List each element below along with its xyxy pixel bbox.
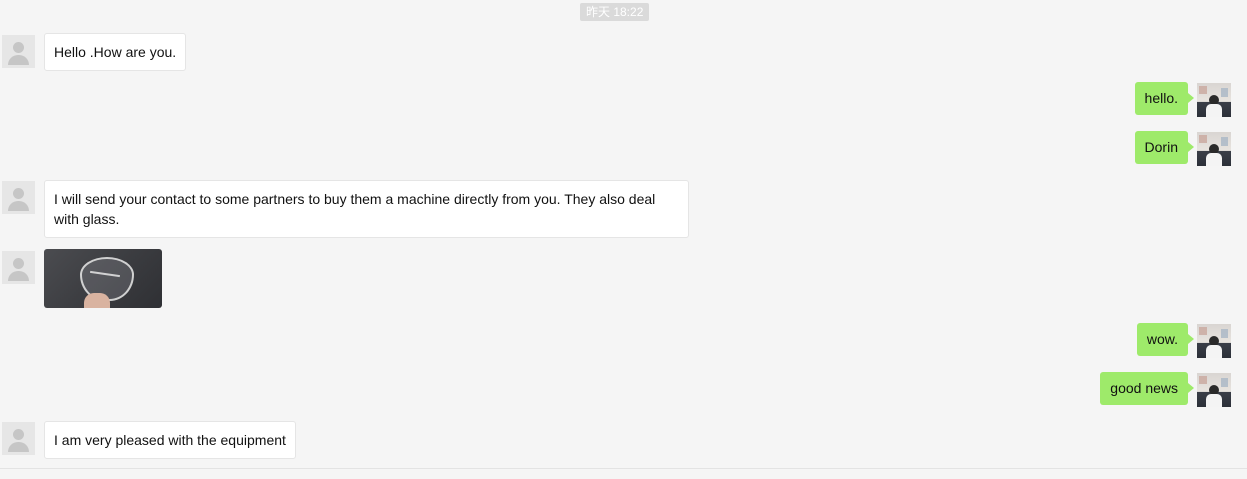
contact-avatar-icon[interactable] [2,251,35,284]
message-text: Dorin [1144,139,1178,155]
chat-bottom-divider [0,468,1247,469]
timestamp-divider: 昨天 18:22 [580,3,650,21]
contact-avatar-icon[interactable] [2,35,35,68]
message-text: Hello .How are you. [54,44,177,60]
image-message-thumbnail[interactable] [44,249,162,308]
message-text: I am very pleased with the equipment [54,432,286,448]
message-text: hello. [1144,90,1178,106]
contact-avatar-icon[interactable] [2,422,35,455]
message-text: I will send your contact to some partner… [54,191,656,227]
own-avatar[interactable] [1197,324,1231,358]
message-text: good news [1110,380,1178,396]
own-avatar[interactable] [1197,83,1231,117]
received-message[interactable]: I am very pleased with the equipment [44,421,296,459]
own-avatar[interactable] [1197,132,1231,166]
contact-avatar-icon[interactable] [2,181,35,214]
sent-message[interactable]: Dorin [1134,131,1195,164]
sent-message[interactable]: hello. [1134,82,1195,115]
sent-message[interactable]: wow. [1136,323,1195,356]
own-avatar[interactable] [1197,373,1231,407]
received-message[interactable]: I will send your contact to some partner… [44,180,689,238]
sent-message[interactable]: good news [1100,372,1194,405]
message-text: wow. [1146,331,1178,347]
received-message[interactable]: Hello .How are you. [44,33,187,71]
